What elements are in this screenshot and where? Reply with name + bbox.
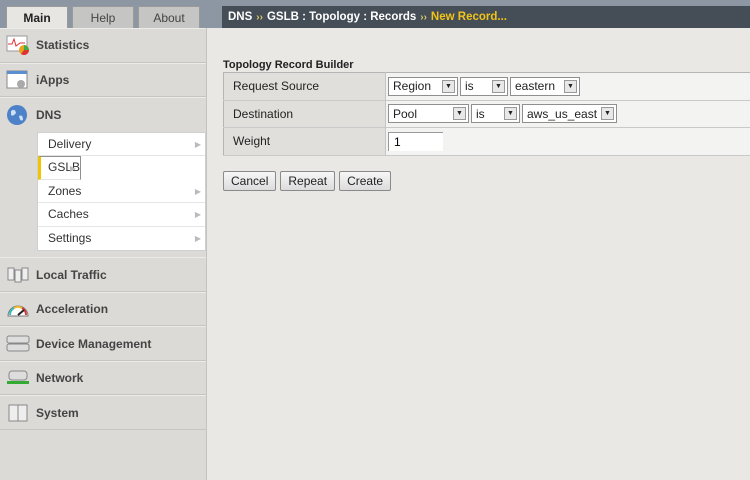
breadcrumb-separator: ›› [420, 12, 427, 23]
submenu-gslb[interactable]: GSLB ▶ [38, 156, 82, 180]
chevron-down-icon: ▼ [442, 79, 455, 93]
destination-type-select[interactable]: Pool ▼ [388, 104, 469, 124]
select-value: is [476, 106, 485, 121]
chevron-right-icon: ▶ [194, 210, 201, 220]
topology-record-form: Request Source Region ▼ is ▼ eastern ▼ Destin… [223, 72, 750, 156]
submenu-label: Delivery [48, 136, 92, 151]
sidebar-item-dns[interactable]: DNS [0, 97, 206, 132]
chevron-down-icon: ▼ [564, 79, 577, 93]
chevron-down-icon: ▼ [492, 79, 505, 93]
statistics-icon [6, 35, 29, 56]
breadcrumb-records[interactable]: GSLB : Topology : Records [267, 11, 416, 23]
globe-icon [7, 104, 27, 125]
breadcrumb-separator: ›› [256, 12, 263, 23]
row-destination: Destination Pool ▼ is ▼ aws_us_east ▼ [223, 100, 750, 129]
request-source-operator-select[interactable]: is ▼ [460, 76, 508, 96]
sidebar-item-label: Acceleration [36, 302, 109, 317]
sidebar-item-statistics[interactable]: Statistics [0, 28, 206, 63]
breadcrumb: DNS ›› GSLB : Topology : Records ›› New Reco… [222, 6, 750, 28]
sidebar-item-label: Statistics [36, 38, 90, 53]
submenu-settings[interactable]: Settings ▶ [38, 227, 205, 251]
sidebar: Statistics iApps DNS Delivery ▶ GSLB ▶ Zon… [0, 28, 207, 480]
form-title: Topology Record Builder [223, 59, 354, 71]
select-value: Pool [393, 106, 418, 121]
chevron-down-icon: ▼ [504, 107, 517, 121]
field-label: Request Source [223, 72, 386, 101]
sidebar-item-label: Network [36, 371, 84, 386]
sidebar-item-acceleration[interactable]: Acceleration [0, 291, 206, 327]
submenu-delivery[interactable]: Delivery ▶ [38, 133, 205, 157]
tab-about[interactable]: About [138, 6, 200, 28]
main-content: Topology Record Builder Request Source R… [208, 28, 750, 480]
chevron-right-icon: ▶ [194, 139, 201, 149]
gauge-icon [7, 305, 29, 317]
request-source-value-select[interactable]: eastern ▼ [510, 76, 580, 96]
sidebar-item-label: DNS [36, 107, 62, 122]
select-value: eastern [515, 79, 556, 94]
chevron-down-icon: ▼ [453, 107, 466, 121]
chevron-right-icon: ▶ [194, 186, 201, 196]
sidebar-item-network[interactable]: Network [0, 360, 206, 396]
sidebar-item-label: Local Traffic [36, 267, 107, 282]
submenu-caches[interactable]: Caches ▶ [38, 203, 205, 227]
sidebar-item-label: Device Management [36, 336, 152, 351]
submenu-label: Caches [48, 207, 89, 222]
cancel-button[interactable]: Cancel [223, 171, 277, 191]
sidebar-item-iapps[interactable]: iApps [0, 62, 206, 97]
request-source-type-select[interactable]: Region ▼ [388, 76, 458, 96]
sidebar-item-device-management[interactable]: Device Management [0, 326, 206, 361]
form-buttons: Cancel Repeat Create [223, 171, 392, 191]
local-traffic-icon [7, 267, 29, 283]
chevron-right-icon: ▶ [69, 164, 77, 174]
row-request-source: Request Source Region ▼ is ▼ eastern ▼ [223, 72, 750, 101]
submenu-label: Settings [48, 230, 92, 245]
tab-main[interactable]: Main [6, 6, 68, 28]
dns-submenu: Delivery ▶ GSLB ▶ Zones ▶ Caches ▶ Settings ▶ [37, 131, 206, 252]
sidebar-item-label: iApps [36, 72, 70, 87]
tab-help[interactable]: Help [72, 6, 134, 28]
submenu-label: Zones [48, 183, 82, 198]
device-icon [6, 335, 30, 352]
field-label: Destination [223, 100, 386, 129]
chevron-down-icon: ▼ [601, 107, 614, 121]
sidebar-item-label: System [36, 405, 79, 420]
chevron-right-icon: ▶ [194, 233, 201, 243]
select-value: is [465, 79, 474, 94]
sidebar-item-system[interactable]: System [0, 395, 206, 430]
iapps-icon [6, 70, 28, 89]
system-icon [8, 404, 28, 422]
destination-operator-select[interactable]: is ▼ [471, 104, 520, 124]
select-value: aws_us_east [527, 106, 598, 121]
network-icon [7, 370, 29, 385]
breadcrumb-dns[interactable]: DNS [228, 11, 252, 23]
create-button[interactable]: Create [339, 171, 392, 191]
repeat-button[interactable]: Repeat [280, 171, 336, 191]
destination-value-select[interactable]: aws_us_east ▼ [522, 104, 617, 124]
sidebar-item-local-traffic[interactable]: Local Traffic [0, 257, 206, 292]
top-bar: Main Help About DNS ›› GSLB : Topology : R… [0, 0, 750, 28]
submenu-zones[interactable]: Zones ▶ [38, 180, 205, 204]
weight-input[interactable] [388, 131, 443, 151]
breadcrumb-current: New Record... [430, 11, 507, 23]
select-value: Region [393, 79, 432, 94]
row-weight: Weight [223, 127, 750, 156]
field-label: Weight [223, 127, 386, 156]
